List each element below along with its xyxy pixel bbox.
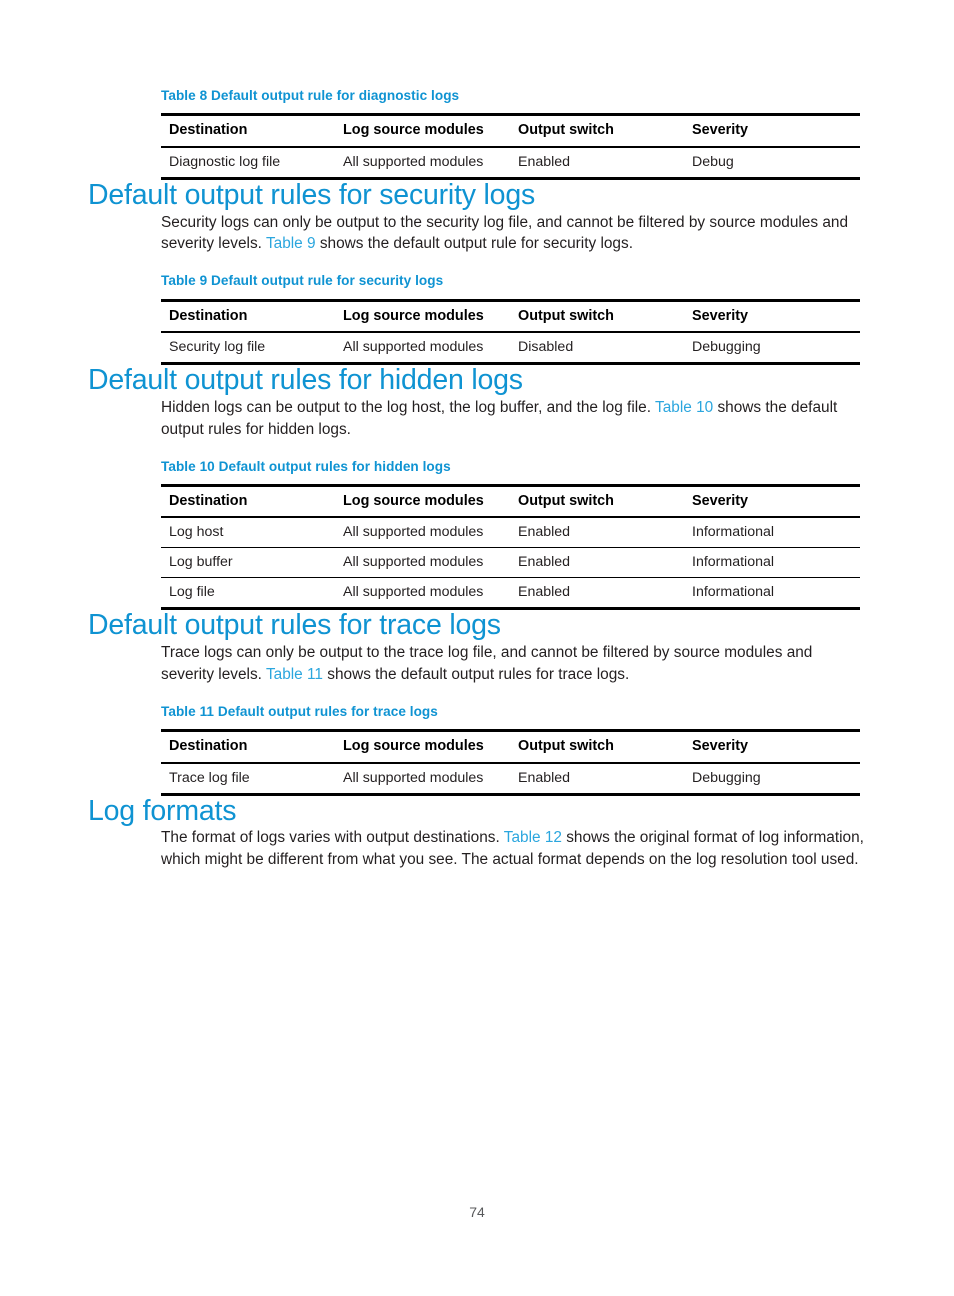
xref-table-9[interactable]: Table 9 (266, 235, 316, 252)
table-header-row: Destination Log source modules Output sw… (161, 298, 860, 333)
table-row: Trace log file All supported modules Ena… (161, 762, 860, 796)
cell-severity: Informational (684, 577, 860, 611)
cell-log-source-modules: All supported modules (335, 517, 510, 549)
column-header-destination: Destination (161, 729, 335, 764)
column-header-output-switch: Output switch (510, 729, 684, 764)
cell-output-switch: Disabled (510, 331, 684, 365)
cell-destination: Diagnostic log file (161, 146, 335, 180)
paragraph-text-part1: The format of logs varies with output de… (161, 829, 504, 847)
table-caption-10: Table 10 Default output rules for hidden… (161, 458, 451, 474)
column-header-output-switch: Output switch (510, 113, 684, 148)
cell-destination: Log file (161, 577, 335, 611)
page-content: Table 8 Default output rule for diagnost… (88, 88, 866, 871)
paragraph-trace-logs: Trace logs can only be output to the tra… (161, 642, 864, 686)
column-header-destination: Destination (161, 113, 335, 148)
paragraph-security-logs: Security logs can only be output to the … (161, 212, 864, 256)
cell-severity: Informational (684, 517, 860, 549)
table-caption-8: Table 8 Default output rule for diagnost… (161, 88, 460, 103)
paragraph-text-part2: shows the default output rules for trace… (322, 666, 630, 684)
column-header-severity: Severity (684, 729, 860, 764)
heading-default-output-rules-for-hidden-logs: Default output rules for hidden logs (88, 363, 523, 396)
column-header-severity: Severity (684, 113, 860, 148)
paragraph-log-formats: The format of logs varies with output de… (161, 827, 864, 871)
xref-table-11[interactable]: Table 11 (266, 666, 323, 683)
table-row: Log host All supported modules Enabled I… (161, 517, 860, 549)
cell-severity: Debug (684, 146, 860, 180)
table-row: Log file All supported modules Enabled I… (161, 577, 860, 611)
table-caption-9: Table 9 Default output rule for security… (161, 273, 444, 289)
cell-output-switch: Enabled (510, 547, 684, 579)
heading-default-output-rules-for-security-logs: Default output rules for security logs (88, 178, 536, 211)
table-11-default-output-rules-trace-logs: Destination Log source modules Output sw… (161, 729, 860, 796)
cell-log-source-modules: All supported modules (335, 146, 510, 180)
table-header-row: Destination Log source modules Output sw… (161, 113, 860, 148)
column-header-destination: Destination (161, 298, 335, 333)
paragraph-text-part1: Hidden logs can be output to the log hos… (161, 398, 656, 416)
document-page: Table 8 Default output rule for diagnost… (0, 0, 954, 1296)
paragraph-hidden-logs: Hidden logs can be output to the log hos… (161, 397, 864, 441)
table-row: Diagnostic log file All supported module… (161, 146, 860, 180)
column-header-severity: Severity (684, 483, 860, 519)
column-header-log-source-modules: Log source modules (335, 113, 510, 148)
table-8-default-output-rule-diagnostic-logs: Destination Log source modules Output sw… (161, 113, 860, 180)
cell-output-switch: Enabled (510, 762, 684, 796)
table-caption-11: Table 11 Default output rules for trace … (161, 703, 438, 719)
column-header-output-switch: Output switch (510, 483, 684, 519)
heading-log-formats: Log formats (88, 794, 237, 827)
column-header-output-switch: Output switch (510, 298, 684, 333)
cell-log-source-modules: All supported modules (335, 331, 510, 365)
xref-table-12[interactable]: Table 12 (504, 829, 562, 846)
table-row: Log buffer All supported modules Enabled… (161, 547, 860, 579)
column-header-log-source-modules: Log source modules (335, 729, 510, 764)
table-9-default-output-rule-security-logs: Destination Log source modules Output sw… (161, 298, 860, 365)
heading-default-output-rules-for-trace-logs: Default output rules for trace logs (88, 609, 501, 642)
column-header-severity: Severity (684, 298, 860, 333)
cell-log-source-modules: All supported modules (335, 547, 510, 579)
column-header-log-source-modules: Log source modules (335, 298, 510, 333)
table-header-row: Destination Log source modules Output sw… (161, 729, 860, 764)
cell-destination: Log buffer (161, 547, 335, 579)
cell-output-switch: Enabled (510, 577, 684, 611)
cell-log-source-modules: All supported modules (335, 577, 510, 611)
cell-destination: Security log file (161, 331, 335, 365)
cell-output-switch: Enabled (510, 517, 684, 549)
table-header-row: Destination Log source modules Output sw… (161, 483, 860, 519)
cell-severity: Informational (684, 547, 860, 579)
column-header-destination: Destination (161, 483, 335, 519)
xref-table-10[interactable]: Table 10 (655, 399, 713, 416)
table-10-default-output-rules-hidden-logs: Destination Log source modules Output sw… (161, 483, 860, 611)
cell-destination: Trace log file (161, 762, 335, 796)
cell-log-source-modules: All supported modules (335, 762, 510, 796)
cell-severity: Debugging (684, 331, 860, 365)
column-header-log-source-modules: Log source modules (335, 483, 510, 519)
cell-destination: Log host (161, 517, 335, 549)
cell-output-switch: Enabled (510, 146, 684, 180)
page-number: 74 (469, 1204, 485, 1220)
paragraph-text-part2: shows the default output rule for securi… (315, 235, 633, 253)
table-row: Security log file All supported modules … (161, 331, 860, 365)
cell-severity: Debugging (684, 762, 860, 796)
